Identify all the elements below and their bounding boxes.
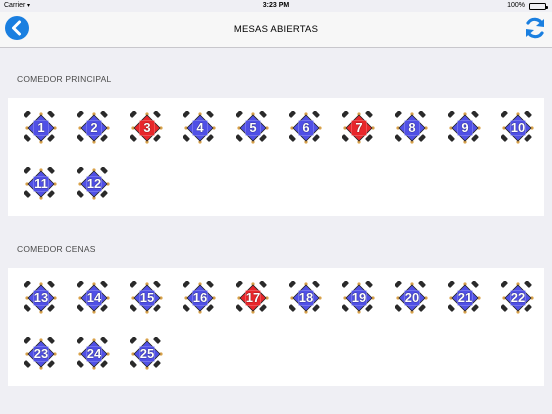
- table-number: 4: [196, 120, 204, 135]
- battery-percent: 100%: [507, 2, 525, 9]
- table-8[interactable]: 8: [395, 111, 429, 145]
- table-12[interactable]: 12: [77, 167, 111, 201]
- table-3[interactable]: 3: [130, 111, 164, 145]
- table-number: 13: [33, 290, 49, 305]
- table-10[interactable]: 10: [501, 111, 535, 145]
- table-1[interactable]: 1: [24, 111, 58, 145]
- table-number: 22: [510, 290, 526, 305]
- table-24[interactable]: 24: [77, 337, 111, 371]
- table-4[interactable]: 4: [183, 111, 217, 145]
- table-18[interactable]: 18: [289, 281, 323, 315]
- table-number: 3: [143, 120, 151, 135]
- table-2[interactable]: 2: [77, 111, 111, 145]
- table-number: 1: [37, 120, 45, 135]
- table-number: 16: [192, 290, 208, 305]
- table-number: 25: [139, 346, 155, 361]
- table-number: 19: [351, 290, 367, 305]
- table-number: 23: [33, 346, 49, 361]
- table-number: 18: [298, 290, 314, 305]
- section-label-comedor-principal: COMEDOR PRINCIPAL: [17, 74, 112, 84]
- table-14[interactable]: 14: [77, 281, 111, 315]
- table-number: 17: [245, 290, 261, 305]
- navigation-bar: MESAS ABIERTAS: [0, 12, 552, 48]
- refresh-button[interactable]: [522, 15, 548, 41]
- tables-panel-comedor-cenas: 13 14 15 16 17 18 19 20 21 22 23 24 25: [8, 268, 544, 386]
- status-bar: Carrier ▾ 3:23 PM 100%: [0, 0, 552, 12]
- table-7[interactable]: 7: [342, 111, 376, 145]
- table-11[interactable]: 11: [24, 167, 58, 201]
- table-number: 2: [90, 120, 98, 135]
- table-number: 14: [86, 290, 102, 305]
- table-16[interactable]: 16: [183, 281, 217, 315]
- table-number: 11: [34, 176, 48, 191]
- table-number: 9: [461, 120, 469, 135]
- table-number: 20: [404, 290, 420, 305]
- table-number: 8: [408, 120, 416, 135]
- table-number: 12: [86, 176, 102, 191]
- table-number: 7: [355, 120, 363, 135]
- table-22[interactable]: 22: [501, 281, 535, 315]
- table-5[interactable]: 5: [236, 111, 270, 145]
- table-number: 24: [86, 346, 102, 361]
- table-20[interactable]: 20: [395, 281, 429, 315]
- table-number: 5: [249, 120, 257, 135]
- refresh-icon: [526, 17, 544, 39]
- table-13[interactable]: 13: [24, 281, 58, 315]
- battery-icon: [529, 3, 548, 10]
- table-17[interactable]: 17: [236, 281, 270, 315]
- table-15[interactable]: 15: [130, 281, 164, 315]
- table-number: 21: [457, 290, 473, 305]
- table-number: 10: [510, 120, 526, 135]
- table-number: 15: [139, 290, 155, 305]
- table-number: 6: [302, 120, 310, 135]
- tables-panel-comedor-principal: 1 2 3 4 5 6 7 8 9 10 11 12: [8, 98, 544, 216]
- table-21[interactable]: 21: [448, 281, 482, 315]
- table-25[interactable]: 25: [130, 337, 164, 371]
- table-23[interactable]: 23: [24, 337, 58, 371]
- table-6[interactable]: 6: [289, 111, 323, 145]
- table-9[interactable]: 9: [448, 111, 482, 145]
- status-time: 3:23 PM: [262, 2, 290, 9]
- page-title: MESAS ABIERTAS: [233, 24, 319, 35]
- table-19[interactable]: 19: [342, 281, 376, 315]
- section-label-comedor-cenas: COMEDOR CENAS: [17, 244, 96, 254]
